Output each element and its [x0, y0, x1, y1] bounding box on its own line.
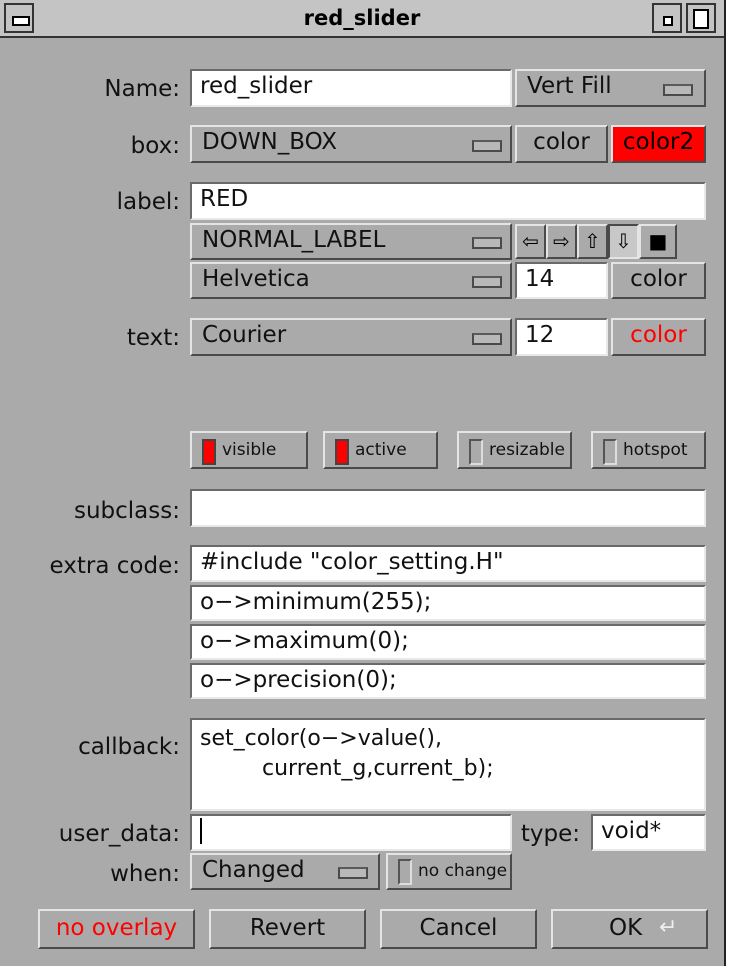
- label-color-button[interactable]: color: [611, 262, 706, 299]
- label-type-value: NORMAL_LABEL: [202, 227, 386, 253]
- label-color-label: color: [630, 266, 687, 292]
- resizable-checkbox: [469, 439, 483, 465]
- label-type-menu[interactable]: NORMAL_LABEL: [190, 223, 512, 260]
- when-value: Changed: [202, 857, 305, 883]
- text-color-label: color: [630, 322, 687, 348]
- no-change-toggle[interactable]: no change: [386, 853, 512, 890]
- name-input[interactable]: red_slider: [190, 69, 512, 107]
- cancel-label: Cancel: [419, 915, 498, 941]
- box-type-value: DOWN_BOX: [202, 129, 338, 155]
- box-color-label: color: [533, 129, 590, 155]
- extra-code-label: extra code:: [49, 553, 180, 579]
- revert-button[interactable]: Revert: [209, 909, 366, 949]
- label-input[interactable]: RED: [190, 182, 706, 220]
- label-label: label:: [116, 189, 180, 215]
- no-change-checkbox: [398, 859, 412, 885]
- minimize-button[interactable]: [652, 3, 682, 33]
- hotspot-toggle[interactable]: hotspot: [591, 431, 706, 469]
- name-label: Name:: [104, 76, 180, 102]
- text-cursor: [200, 818, 202, 844]
- return-key-icon: ↵: [659, 915, 678, 940]
- active-label: active: [355, 440, 407, 460]
- callback-label: callback:: [78, 734, 180, 760]
- box-color-button[interactable]: color: [515, 125, 608, 163]
- text-font-menu[interactable]: Courier: [190, 318, 512, 356]
- hotspot-checkbox: [603, 439, 617, 465]
- align-right-icon[interactable]: ⇨: [546, 224, 577, 259]
- box-color2-label: color2: [622, 129, 695, 155]
- choice-indicator-icon: [472, 276, 502, 288]
- align-bottom-icon[interactable]: ⇩: [608, 224, 639, 259]
- box-color2-button[interactable]: color2: [611, 125, 706, 163]
- extra-code-line-1[interactable]: #include "color_setting.H": [190, 545, 706, 582]
- type-input[interactable]: void*: [591, 814, 706, 851]
- ok-button[interactable]: OK ↵: [551, 909, 708, 949]
- no-overlay-label: no overlay: [55, 915, 178, 941]
- label-font-menu[interactable]: Helvetica: [190, 262, 512, 299]
- visible-label: visible: [222, 440, 277, 460]
- choice-indicator-icon: [338, 867, 368, 879]
- hotspot-label: hotspot: [623, 440, 688, 460]
- user-data-input[interactable]: [190, 814, 512, 851]
- subclass-label: subclass:: [73, 498, 180, 524]
- title-bar[interactable]: red_slider: [0, 0, 724, 38]
- callback-line-2: current_g,current_b);: [262, 756, 494, 781]
- callback-line-1: set_color(o−>value(),: [200, 726, 442, 751]
- choice-indicator-icon: [663, 84, 693, 96]
- subclass-input[interactable]: [190, 489, 706, 527]
- resizable-label: resizable: [489, 440, 565, 460]
- visible-toggle[interactable]: visible: [190, 431, 308, 469]
- callback-editor[interactable]: set_color(o−>value(), current_g,current_…: [190, 718, 706, 811]
- ok-label: OK: [609, 915, 643, 941]
- box-label: box:: [130, 133, 180, 159]
- text-color-button[interactable]: color: [611, 318, 706, 356]
- when-label: when:: [110, 861, 180, 887]
- choice-indicator-icon: [472, 237, 502, 249]
- align-top-icon[interactable]: ⇧: [577, 224, 608, 259]
- no-overlay-button[interactable]: no overlay: [38, 909, 195, 949]
- user-data-label: user_data:: [58, 821, 180, 847]
- active-toggle[interactable]: active: [323, 431, 438, 469]
- box-type-menu[interactable]: DOWN_BOX: [190, 125, 512, 163]
- text-font-value: Courier: [202, 322, 287, 348]
- no-change-label: no change: [418, 861, 508, 881]
- choice-indicator-icon: [472, 140, 502, 152]
- label-font-value: Helvetica: [202, 266, 310, 292]
- window-title: red_slider: [303, 6, 421, 30]
- maximize-button[interactable]: [686, 3, 716, 33]
- text-label: text:: [126, 325, 180, 351]
- cancel-button[interactable]: Cancel: [380, 909, 537, 949]
- align-inside-icon[interactable]: ■: [639, 224, 677, 259]
- vert-fill-label: Vert Fill: [527, 73, 612, 99]
- active-checkbox: [335, 439, 349, 465]
- visible-checkbox: [202, 439, 216, 465]
- choice-indicator-icon: [472, 333, 502, 345]
- type-label: type:: [520, 821, 580, 847]
- panel-window: red_slider Name: red_slider Vert Fill bo…: [0, 0, 726, 966]
- resizable-toggle[interactable]: resizable: [457, 431, 572, 469]
- when-menu[interactable]: Changed: [190, 853, 380, 890]
- label-size-input[interactable]: 14: [515, 262, 608, 299]
- text-size-input[interactable]: 12: [515, 318, 608, 356]
- extra-code-line-4[interactable]: o−>precision(0);: [190, 663, 706, 699]
- vert-fill-menu[interactable]: Vert Fill: [515, 69, 706, 107]
- extra-code-line-3[interactable]: o−>maximum(0);: [190, 624, 706, 660]
- revert-label: Revert: [249, 915, 326, 941]
- extra-code-line-2[interactable]: o−>minimum(255);: [190, 585, 706, 621]
- align-buttons: ⇦ ⇨ ⇧ ⇩ ■: [515, 224, 706, 259]
- align-left-icon[interactable]: ⇦: [515, 224, 546, 259]
